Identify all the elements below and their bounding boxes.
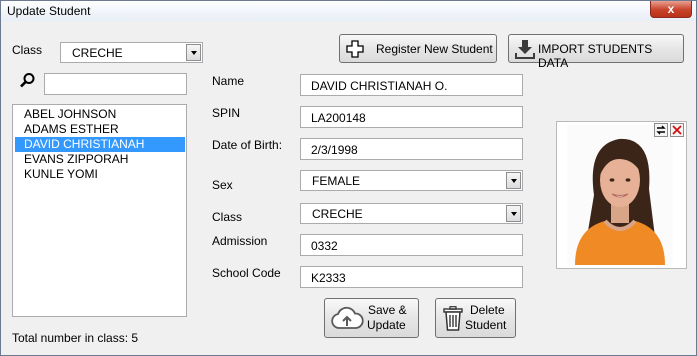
delete-student-button[interactable]: Delete Student	[435, 298, 516, 338]
red-x-icon[interactable]	[670, 123, 684, 137]
admission-field-value: 0332	[311, 239, 338, 253]
class-select[interactable]: CRECHE	[300, 203, 523, 224]
student-photo	[567, 125, 673, 265]
spin-label: SPIN	[212, 106, 241, 120]
name-label: Name	[212, 74, 245, 88]
school-code-field-value: K2333	[311, 271, 346, 285]
cloud-upload-icon	[330, 306, 364, 332]
sex-select[interactable]: FEMALE	[300, 170, 523, 191]
name-field[interactable]: DAVID CHRISTIANAH O.	[300, 74, 523, 96]
save-update-button[interactable]: Save & Update	[324, 298, 419, 338]
dob-field-value: 2/3/1998	[311, 143, 358, 157]
class-select-value: CRECHE	[312, 207, 363, 221]
search-input[interactable]	[44, 73, 187, 95]
admission-label: Admission	[212, 234, 268, 248]
save-button-label-line2: Update	[367, 318, 406, 332]
magnifier-icon	[19, 72, 36, 89]
student-list-item[interactable]: ADAMS ESTHER	[24, 122, 119, 137]
register-new-student-button[interactable]: Register New Student	[339, 34, 497, 63]
spin-field[interactable]: LA200148	[300, 106, 523, 128]
download-icon	[515, 39, 535, 59]
save-button-label-line1: Save &	[368, 303, 407, 317]
total-count-label: Total number in class: 5	[12, 331, 139, 345]
swap-arrows-icon[interactable]	[654, 123, 668, 137]
sex-select-value: FEMALE	[312, 174, 361, 188]
import-students-data-button[interactable]: IMPORT STUDENTS DATA	[508, 34, 684, 70]
student-list[interactable]: ABEL JOHNSON ADAMS ESTHER DAVID CHRISTIA…	[12, 104, 187, 317]
register-button-label: Register New Student	[376, 42, 493, 56]
delete-button-label-line1: Delete	[470, 303, 505, 317]
chevron-down-icon[interactable]	[506, 172, 521, 189]
class-filter-label: Class	[12, 43, 43, 57]
title-bar: Update Student x	[1, 1, 696, 21]
import-button-label: IMPORT STUDENTS DATA	[538, 42, 653, 70]
class-filter-select[interactable]: CRECHE	[60, 42, 203, 63]
admission-field[interactable]: 0332	[300, 234, 523, 256]
sex-label: Sex	[212, 178, 233, 192]
school-code-label: School Code	[212, 266, 281, 280]
delete-button-label-line2: Student	[465, 318, 507, 332]
dob-label: Date of Birth:	[212, 138, 283, 152]
name-field-value: DAVID CHRISTIANAH O.	[311, 79, 448, 93]
trash-icon	[443, 306, 463, 331]
plus-icon	[346, 40, 364, 58]
window-title: Update Student	[7, 4, 91, 18]
spin-field-value: LA200148	[311, 111, 366, 125]
student-list-item[interactable]: ABEL JOHNSON	[24, 107, 116, 122]
school-code-field[interactable]: K2333	[300, 266, 523, 288]
student-list-item[interactable]: KUNLE YOMI	[24, 167, 98, 182]
class-label: Class	[212, 210, 243, 224]
update-student-window: Update Student x Class CRECHE ABEL JOHNS…	[0, 0, 697, 356]
student-photo-frame	[556, 121, 687, 269]
client-area: Class CRECHE ABEL JOHNSON ADAMS ESTHER D…	[1, 21, 696, 355]
student-list-item-selected[interactable]: DAVID CHRISTIANAH	[15, 137, 185, 152]
class-filter-value: CRECHE	[72, 46, 123, 60]
chevron-down-icon[interactable]	[506, 205, 521, 222]
close-window-button[interactable]: x	[650, 1, 692, 18]
dob-field[interactable]: 2/3/1998	[300, 138, 523, 160]
student-list-item[interactable]: EVANS ZIPPORAH	[24, 152, 128, 167]
chevron-down-icon[interactable]	[186, 44, 201, 61]
